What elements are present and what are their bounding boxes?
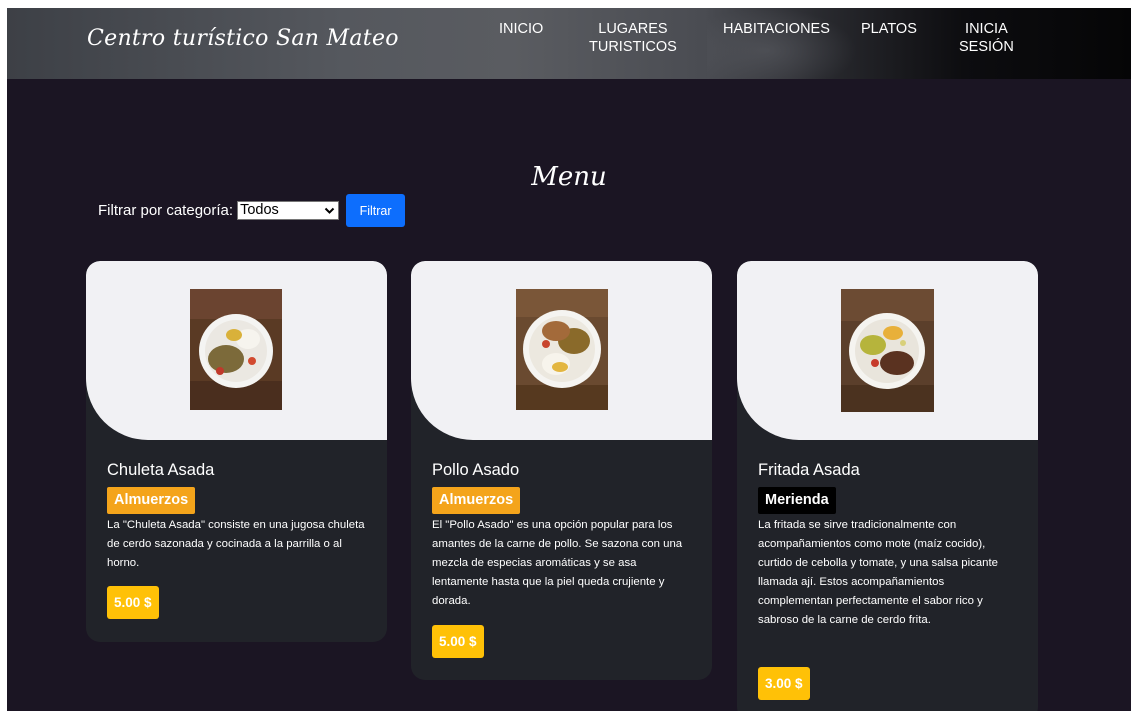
- nav-inicia-label-line2: SESIÓN: [959, 39, 1014, 55]
- category-badge: Almuerzos: [107, 487, 196, 514]
- nav-platos[interactable]: PLATOS: [861, 20, 917, 38]
- page: Centro turístico San Mateo INICIO LUGARE…: [7, 8, 1131, 711]
- nav-lugares-label-line2: TURISTICOS: [589, 39, 677, 55]
- category-filter: Filtrar por categoría: Todos Filtrar: [98, 194, 406, 227]
- menu-card-fritada-asada: Fritada Asada Merienda La fritada se sir…: [737, 261, 1038, 711]
- price-badge: 3.00 $: [758, 667, 810, 700]
- price-badge: 5.00 $: [107, 586, 159, 619]
- card-image-area: [86, 261, 387, 440]
- filter-label: Filtrar por categoría:: [98, 202, 234, 219]
- category-badge: Merienda: [758, 487, 836, 514]
- nav-inicio[interactable]: INICIO: [499, 20, 543, 38]
- dish-photo: [841, 289, 934, 412]
- nav-lugares-label-line1: LUGARES: [598, 21, 668, 37]
- nav-inicio-label: INICIO: [499, 21, 544, 37]
- category-select[interactable]: Todos: [237, 201, 340, 220]
- menu-card-pollo-asado: Pollo Asado Almuerzos El "Pollo Asado" e…: [411, 261, 712, 680]
- card-description: El "Pollo Asado" es una opción popular p…: [432, 519, 683, 607]
- brand-logo-text[interactable]: Centro turístico San Mateo: [87, 26, 399, 51]
- nav-habitaciones-label: HABITACIONES: [723, 21, 830, 37]
- navbar: Centro turístico San Mateo INICIO LUGARE…: [7, 8, 1131, 79]
- price-badge: 5.00 $: [432, 625, 484, 658]
- card-image-area: [411, 261, 712, 440]
- dish-photo: [516, 289, 608, 410]
- card-image-area: [737, 261, 1038, 440]
- nav-lugares-turisticos[interactable]: LUGARES TURISTICOS: [589, 20, 677, 56]
- nav-habitaciones[interactable]: HABITACIONES: [723, 20, 830, 38]
- nav-inicia-sesion[interactable]: INICIA SESIÓN: [959, 20, 1014, 56]
- menu-card-chuleta-asada: Chuleta Asada Almuerzos La "Chuleta Asad…: [86, 261, 387, 642]
- nav-inicia-label-line1: INICIA: [965, 21, 1008, 37]
- card-title: Pollo Asado: [432, 461, 520, 479]
- category-badge: Almuerzos: [432, 487, 521, 514]
- card-description: La fritada se sirve tradicionalmente con…: [758, 519, 998, 626]
- card-title: Fritada Asada: [758, 461, 860, 479]
- card-title: Chuleta Asada: [107, 461, 215, 479]
- filter-button[interactable]: Filtrar: [346, 194, 406, 227]
- page-title: Menu: [531, 162, 607, 192]
- chevron-down-icon: [324, 202, 335, 225]
- dish-photo: [190, 289, 282, 410]
- nav-platos-label: PLATOS: [861, 21, 917, 37]
- card-description: La "Chuleta Asada" consiste en una jugos…: [107, 519, 365, 569]
- category-select-value: Todos: [240, 202, 279, 218]
